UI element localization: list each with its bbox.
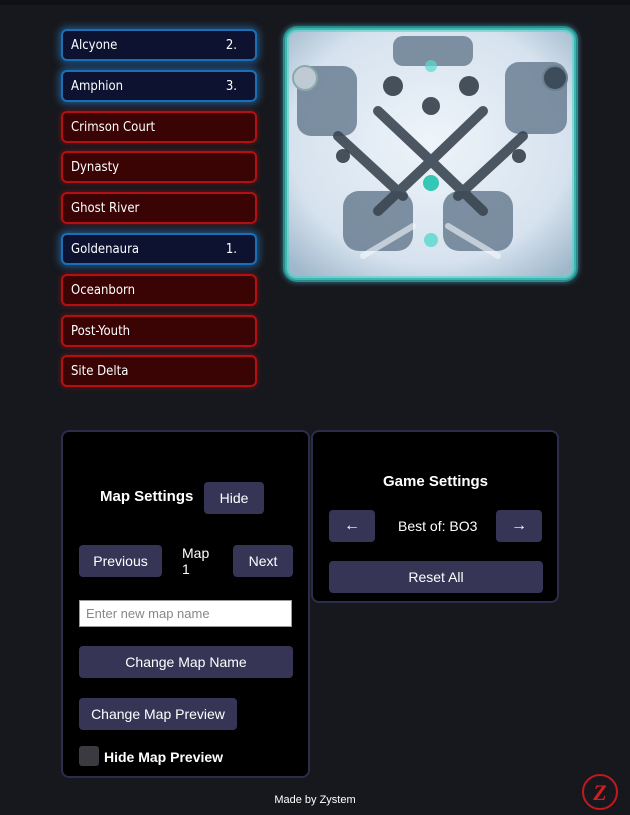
map-item-site-delta[interactable]: Site Delta (61, 355, 257, 388)
map-item-label: Crimson Court (71, 119, 156, 135)
game-settings-title: Game Settings (383, 473, 489, 490)
map-item-label: Oceanborn (71, 282, 135, 298)
map-list: Alcyone 2. Amphion 3. Crimson Court Dyna… (61, 29, 257, 396)
map-label: Map (182, 545, 210, 561)
logo-letter: Z (592, 780, 606, 805)
map-order-badge: 3. (225, 78, 237, 94)
map-item-label: Ghost River (71, 201, 140, 217)
map-item-label: Site Delta (71, 364, 129, 380)
map-order-badge: 2. (225, 38, 237, 53)
map-preview-image (283, 26, 578, 282)
current-map-indicator: Map 1 (182, 545, 209, 577)
map-item-label: Dynasty (71, 160, 120, 176)
map-settings-title: Map Settings (100, 488, 194, 505)
map-item-label: Alcyone (71, 38, 118, 53)
map-item-label: Goldenaura (71, 241, 140, 257)
map-order-badge: 1. (225, 241, 237, 257)
map-item-dynasty[interactable]: Dynasty (61, 151, 257, 184)
map-item-oceanborn[interactable]: Oceanborn (61, 273, 257, 306)
change-map-preview-button[interactable]: Change Map Preview (79, 698, 237, 730)
map-name-input[interactable] (79, 600, 292, 627)
previous-map-button[interactable]: Previous (79, 545, 162, 577)
game-settings-panel: Game Settings ← Best of: BO3 → Reset All (311, 430, 559, 603)
hide-map-preview-label: Hide Map Preview (104, 749, 224, 765)
map-item-post-youth[interactable]: Post-Youth (61, 314, 257, 347)
top-bar (0, 0, 630, 5)
next-map-button[interactable]: Next (233, 545, 293, 577)
hide-map-preview-checkbox[interactable] (79, 746, 99, 766)
map-item-label: Post-Youth (71, 323, 131, 339)
map-settings-panel: Map Settings Hide Previous Map 1 Next Ch… (61, 430, 310, 778)
hide-button[interactable]: Hide (204, 482, 264, 514)
best-of-display: Best of: BO3 (398, 518, 478, 534)
map-item-crimson-court[interactable]: Crimson Court (61, 110, 257, 143)
map-item-label: Amphion (71, 78, 124, 94)
map-item-alcyone[interactable]: Alcyone 2. (61, 29, 257, 61)
footer-credit: Made by Zystem (274, 794, 356, 806)
map-number: 1 (182, 561, 190, 577)
best-of-increase-button[interactable]: → (496, 510, 542, 542)
change-map-name-button[interactable]: Change Map Name (79, 646, 293, 678)
reset-all-button[interactable]: Reset All (329, 561, 543, 593)
best-of-decrease-button[interactable]: ← (329, 510, 375, 542)
map-item-goldenaura[interactable]: Goldenaura 1. (61, 232, 257, 265)
zystem-logo[interactable]: Z (581, 773, 619, 811)
map-item-amphion[interactable]: Amphion 3. (61, 69, 257, 102)
map-item-ghost-river[interactable]: Ghost River (61, 192, 257, 225)
